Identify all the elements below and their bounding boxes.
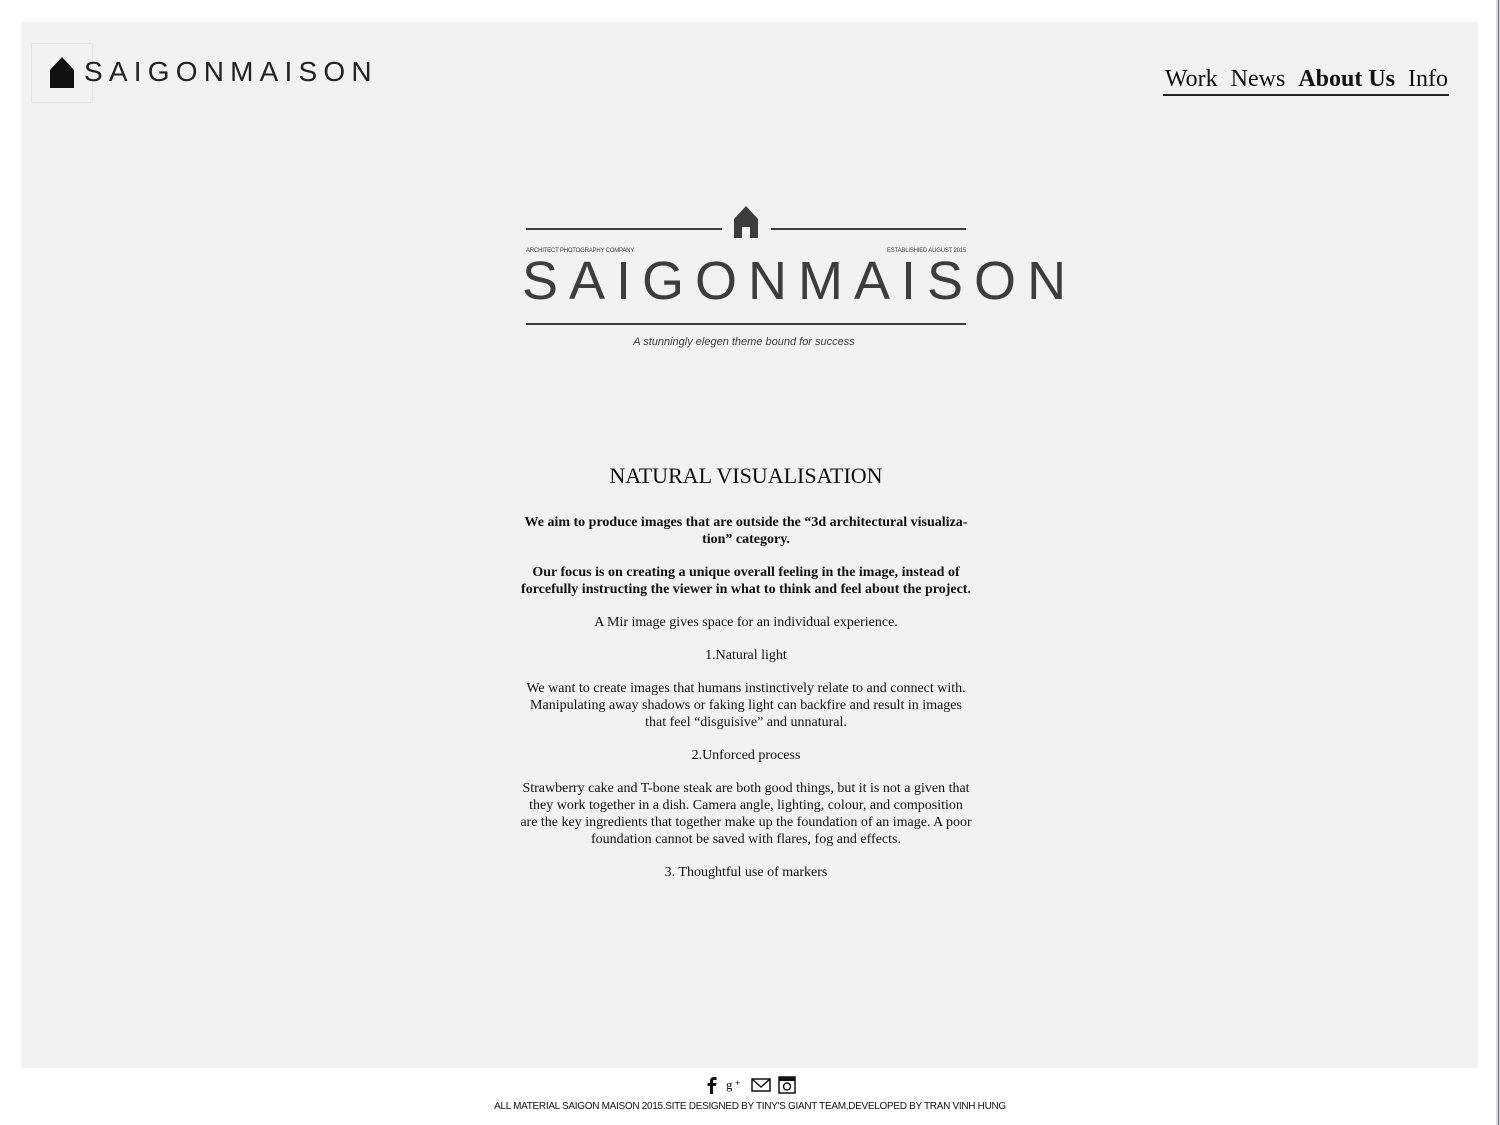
emblem-rule-left	[526, 228, 722, 230]
subheading: 1.Natural light	[705, 648, 787, 663]
brand-emblem: ARCHITECT PHOTOGRAPHY COMPANY ESTABLISHI…	[522, 200, 1078, 360]
nav-about-us[interactable]: About Us	[1298, 64, 1395, 94]
page-title: NATURAL VISUALISATION	[609, 463, 883, 488]
scrollbar-thumb[interactable]	[1498, 0, 1499, 1125]
subheading: 3. Thoughtful use of markers	[664, 865, 828, 880]
paragraph: Our focus is on creating a unique overal…	[521, 565, 971, 597]
house-icon	[50, 57, 74, 88]
google-plus-icon[interactable]: g +	[726, 1076, 744, 1094]
house-icon	[734, 206, 758, 238]
svg-text:g: g	[726, 1077, 733, 1092]
subheading: 2.Unforced process	[691, 748, 801, 763]
facebook-icon[interactable]	[705, 1076, 719, 1094]
email-icon[interactable]	[751, 1077, 771, 1093]
social-links: g +	[705, 1076, 796, 1094]
svg-text:+: +	[735, 1078, 740, 1088]
paragraph: A Mir image gives space for an individua…	[594, 615, 898, 630]
paragraph: We want to create images that humans ins…	[526, 681, 966, 730]
about-content: NATURAL VISUALISATION We aim to produce …	[520, 460, 972, 897]
emblem-tagline: A stunningly elegen theme bound for succ…	[633, 336, 855, 348]
emblem-title: SAIGONMAISON	[522, 251, 1078, 311]
nav-work[interactable]: Work	[1165, 64, 1218, 94]
site-logo[interactable]: SAIGONMAISON	[48, 52, 378, 92]
emblem-rule-right	[771, 228, 966, 230]
paragraph: We aim to produce images that are outsid…	[524, 515, 968, 547]
emblem-rule-bottom	[526, 323, 966, 325]
instagram-icon[interactable]	[778, 1076, 796, 1094]
logo-text: SAIGONMAISON	[84, 56, 378, 87]
footer-copyright: ALL MATERIAL SAIGON MAISON 2015.SITE DES…	[494, 1101, 1006, 1112]
nav-info[interactable]: Info	[1408, 64, 1448, 94]
main-nav: Work News About Us Info	[1162, 62, 1449, 96]
paragraph: Strawberry cake and T-bone steak are bot…	[520, 781, 972, 847]
nav-news[interactable]: News	[1231, 64, 1286, 94]
